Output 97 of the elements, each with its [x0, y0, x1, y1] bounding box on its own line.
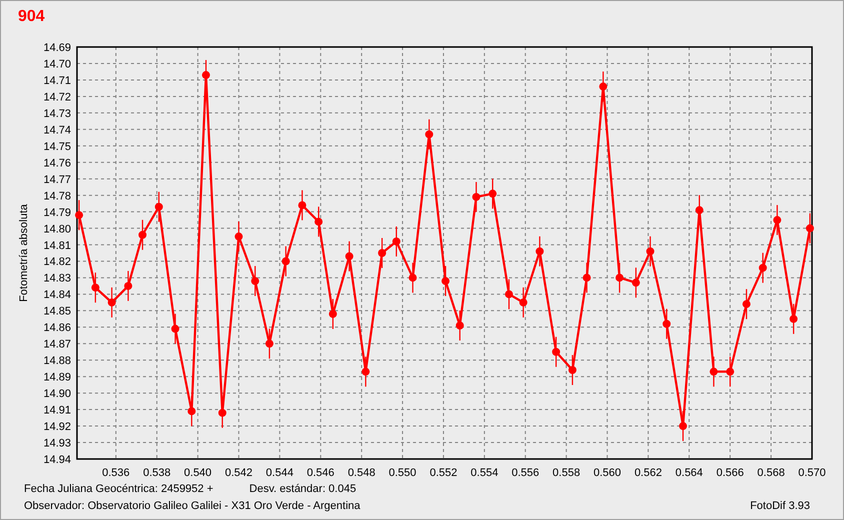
data-point: [695, 206, 704, 214]
tick-label: 14.89: [43, 372, 71, 384]
data-point: [362, 368, 370, 376]
data-point: [408, 274, 417, 282]
tick-label: 0.550: [388, 467, 416, 479]
tick-label: 14.88: [43, 355, 71, 368]
data-point: [202, 71, 210, 80]
data-point: [536, 247, 544, 256]
tick-label: 14.81: [43, 240, 71, 252]
data-point: [662, 320, 671, 328]
tick-label: 14.80: [43, 223, 71, 236]
std-dev-text: Desv. estándar: 0.045: [249, 482, 356, 497]
tick-label: 0.566: [716, 467, 744, 479]
data-point: [378, 249, 386, 257]
tick-label: 14.75: [43, 140, 71, 153]
data-point: [171, 324, 180, 333]
data-point: [345, 252, 354, 260]
data-point: [218, 408, 226, 417]
data-point: [425, 130, 434, 138]
data-point: [392, 237, 400, 246]
tick-label: 14.85: [43, 306, 71, 318]
tick-label: 0.556: [512, 467, 540, 479]
tick-label: 14.94: [43, 454, 71, 466]
data-point: [251, 277, 260, 286]
data-point: [806, 224, 814, 232]
tick-label: 14.86: [43, 322, 71, 334]
tick-label: 14.69: [43, 42, 71, 54]
data-point: [265, 340, 274, 348]
data-point: [742, 300, 750, 308]
data-point: [314, 218, 323, 226]
tick-label: 14.77: [43, 174, 71, 186]
julian-date-text: Fecha Juliana Geocéntrica: 2459952 +: [24, 482, 214, 497]
data-point: [91, 284, 100, 292]
data-point: [298, 201, 306, 210]
tick-label: 14.74: [43, 124, 71, 136]
tick-label: 14.82: [43, 256, 71, 268]
tick-label: 0.570: [798, 467, 826, 479]
data-point: [154, 202, 163, 211]
data-point: [138, 230, 147, 239]
data-point: [790, 314, 798, 323]
data-point: [679, 422, 688, 430]
tick-label: 14.71: [43, 74, 71, 87]
version-text: FotoDif 3.93: [750, 499, 810, 514]
tick-label: 14.76: [43, 157, 71, 170]
tick-label: 0.558: [552, 467, 580, 479]
data-point: [519, 298, 528, 306]
data-point: [616, 274, 624, 282]
tick-label: 14.84: [43, 289, 71, 302]
axis-label: Fotometría absoluta: [18, 204, 30, 302]
tick-label: 0.544: [266, 467, 294, 479]
tick-label: 14.87: [43, 338, 71, 351]
tick-label: 0.554: [470, 467, 498, 479]
data-point: [328, 310, 337, 318]
data-point: [599, 82, 608, 91]
data-point: [75, 211, 84, 220]
data-point: [710, 368, 718, 376]
tick-label: 0.562: [634, 467, 662, 479]
data-point: [773, 216, 782, 224]
tick-label: 0.542: [224, 467, 252, 479]
data-point: [505, 290, 513, 298]
data-point: [646, 247, 654, 256]
data-point: [282, 257, 290, 266]
tick-label: 14.78: [43, 190, 71, 202]
data-point: [108, 298, 116, 306]
tick-label: 0.536: [102, 467, 130, 479]
tick-label: 14.73: [43, 108, 71, 120]
data-point: [488, 190, 497, 198]
chart-title: 904: [18, 8, 45, 26]
data-point: [456, 322, 464, 330]
tick-label: 0.548: [348, 467, 376, 479]
data-point: [234, 232, 243, 241]
tick-label: 0.560: [594, 467, 622, 479]
tick-label: 14.91: [43, 404, 71, 417]
tick-label: 0.540: [184, 467, 212, 479]
tick-label: 14.90: [43, 388, 71, 400]
tick-label: 0.568: [757, 467, 785, 479]
data-point: [582, 274, 591, 282]
data-point: [188, 407, 196, 416]
tick-label: 14.70: [43, 58, 71, 70]
tick-label: 14.93: [43, 438, 71, 450]
data-point: [568, 366, 576, 374]
data-point: [726, 368, 734, 376]
observer-text: Observador: Observatorio Galileo Galilei - X31 Oro Verde - Argentina: [24, 499, 360, 514]
tick-label: 14.92: [43, 421, 71, 434]
data-point: [124, 282, 132, 290]
data-point: [472, 192, 480, 201]
data-point: [552, 348, 560, 356]
tick-label: 14.79: [43, 206, 71, 219]
tick-label: 0.538: [143, 467, 171, 479]
tick-label: 0.546: [306, 467, 334, 479]
tick-label: 14.83: [43, 272, 71, 285]
data-point: [442, 277, 450, 286]
tick-label: 0.564: [675, 467, 703, 479]
tick-label: 14.72: [43, 91, 71, 104]
tick-label: 0.552: [430, 467, 458, 479]
data-point: [632, 278, 640, 287]
data-point: [758, 264, 767, 272]
